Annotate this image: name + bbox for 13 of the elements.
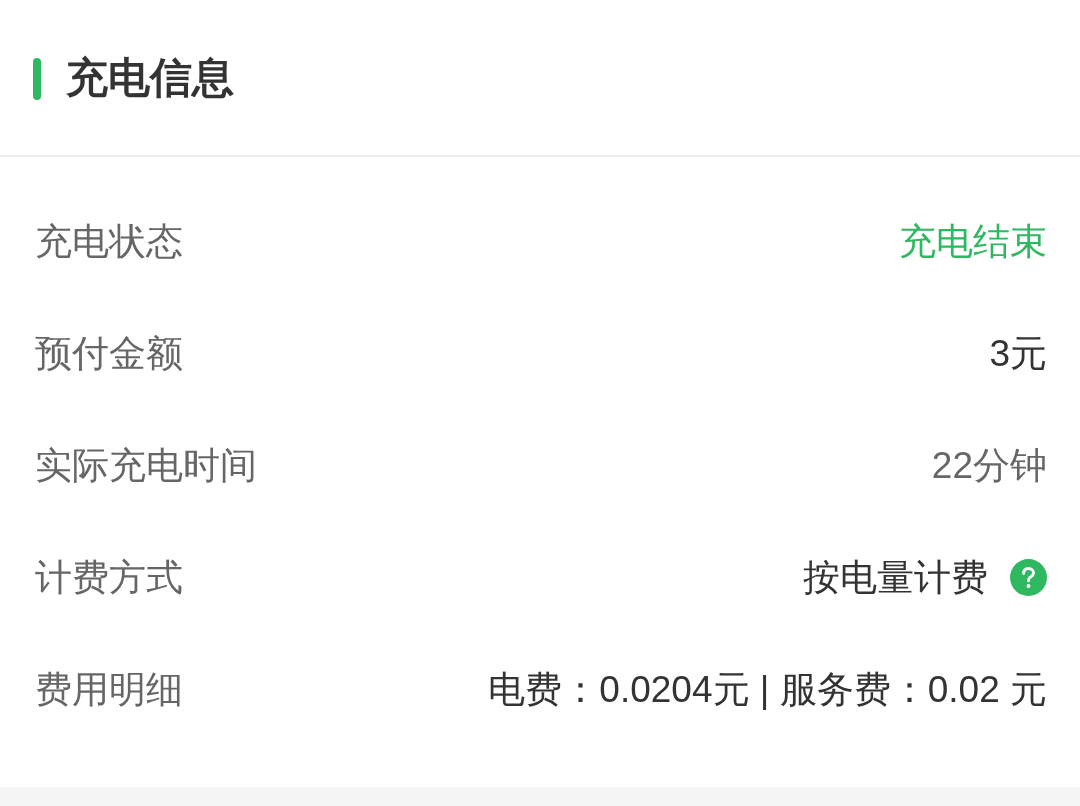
row-value: 电费：0.0204元 | 服务费：0.02 元 (488, 667, 1047, 712)
help-icon[interactable] (1010, 559, 1047, 597)
row-label: 计费方式 (35, 555, 183, 600)
row-label: 充电状态 (35, 219, 183, 264)
row-label: 费用明细 (35, 667, 183, 712)
row-label: 实际充电时间 (35, 443, 257, 488)
row-value: 按电量计费 (803, 555, 988, 600)
row-value: 22分钟 (931, 443, 1047, 488)
row-value: 3元 (989, 331, 1047, 376)
row-value: 充电结束 (899, 219, 1047, 264)
accent-bar (33, 57, 41, 100)
section-title: 充电信息 (66, 53, 234, 104)
row-label: 预付金额 (35, 331, 183, 376)
